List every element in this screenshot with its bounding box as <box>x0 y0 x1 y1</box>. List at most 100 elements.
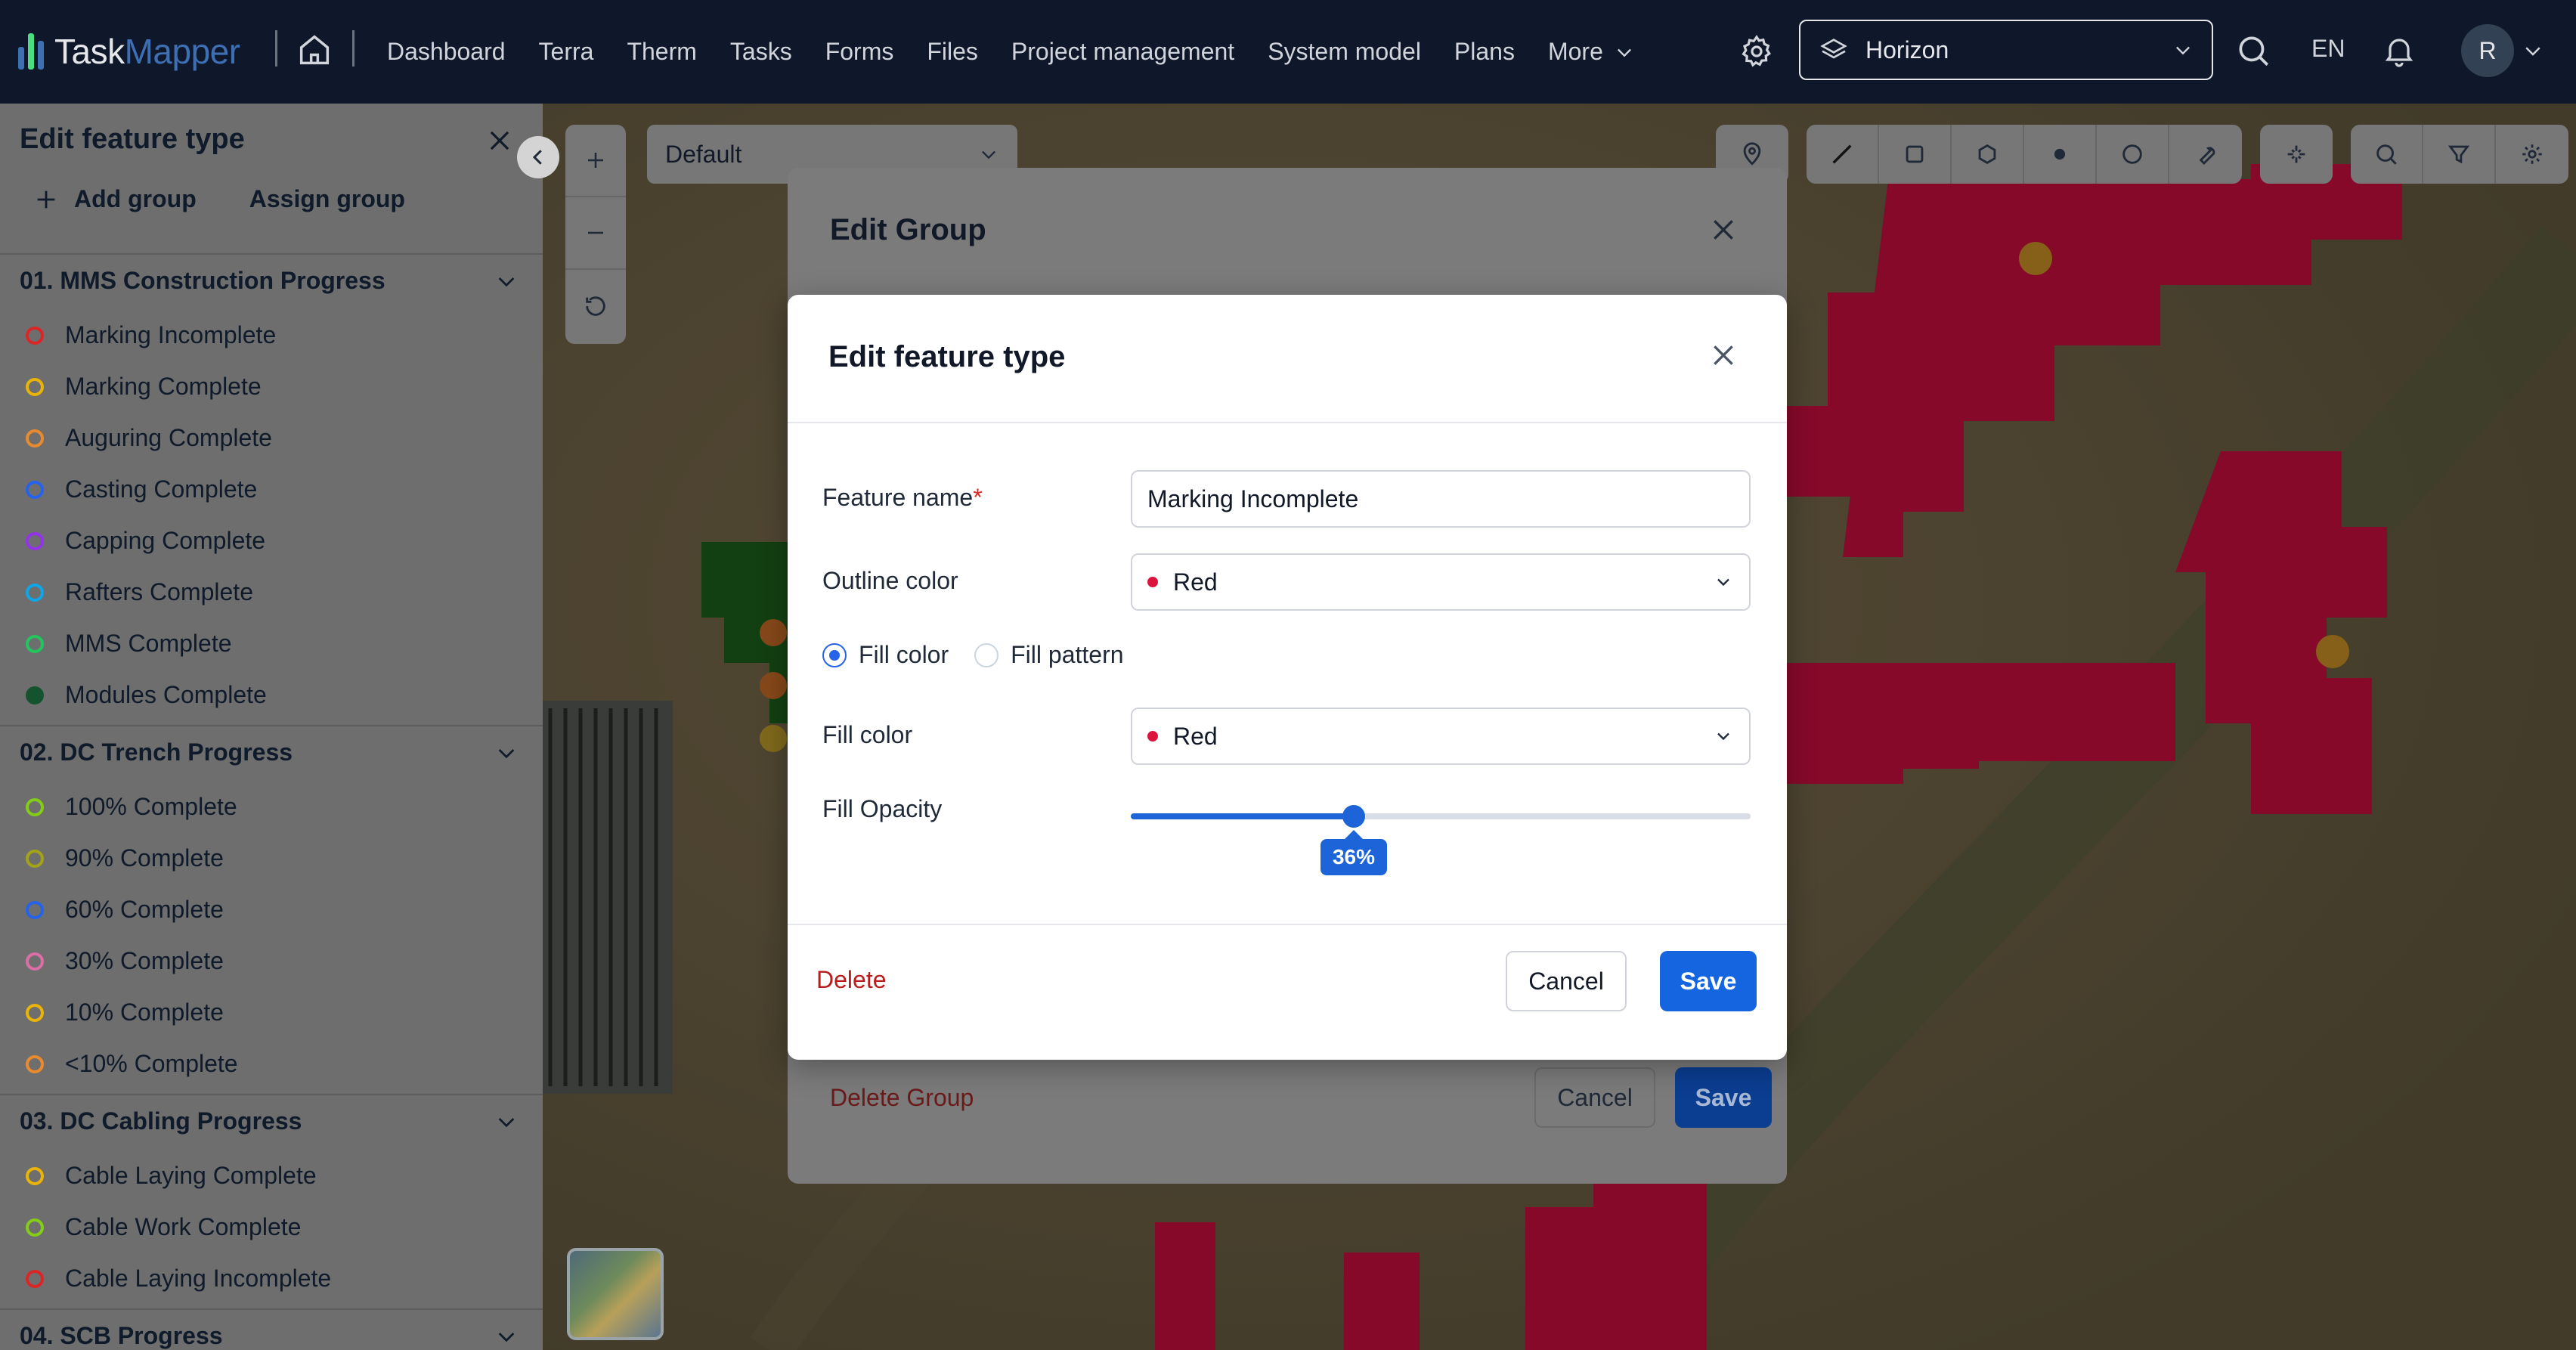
assign-group-button[interactable]: Assign group <box>249 185 405 213</box>
nav-item-therm[interactable]: Therm <box>627 38 696 66</box>
snap-icon[interactable] <box>2260 125 2333 184</box>
draw-circle-icon[interactable] <box>2097 125 2169 184</box>
settings-gear-icon[interactable] <box>1738 33 1775 70</box>
nav-more-menu[interactable]: More <box>1548 38 1635 66</box>
group-header-dc-trench[interactable]: 02. DC Trench Progress <box>20 738 519 766</box>
feature-item[interactable]: Capping Complete <box>26 527 265 555</box>
group-header-scb[interactable]: 04. SCB Progress <box>20 1322 519 1350</box>
feature-item[interactable]: Marking Incomplete <box>26 321 276 349</box>
color-swatch-icon <box>1147 577 1158 587</box>
group-title: 04. SCB Progress <box>20 1322 223 1349</box>
nav-item-forms[interactable]: Forms <box>825 38 894 66</box>
fill-opacity-slider[interactable]: 36% <box>1131 804 1751 875</box>
feature-label: MMS Complete <box>65 630 232 657</box>
minimap-basemap-toggle[interactable] <box>567 1248 664 1340</box>
feature-label: Cable Laying Incomplete <box>65 1265 332 1292</box>
divider <box>352 30 355 67</box>
app-logo[interactable]: TaskMapper <box>18 29 240 74</box>
close-icon[interactable] <box>485 126 514 155</box>
close-icon[interactable] <box>1708 215 1738 245</box>
feature-name-input[interactable]: Marking Incomplete <box>1131 470 1751 528</box>
color-dot-icon <box>26 1003 44 1022</box>
chevron-left-icon <box>532 150 542 165</box>
nav-item-files[interactable]: Files <box>927 38 978 66</box>
group-header-mms-construction[interactable]: 01. MMS Construction Progress <box>20 267 519 295</box>
draw-polygon-icon[interactable] <box>1952 125 2024 184</box>
nav-item-project-management[interactable]: Project management <box>1011 38 1234 66</box>
nav-item-system-model[interactable]: System model <box>1268 38 1421 66</box>
feature-item[interactable]: Casting Complete <box>26 475 257 503</box>
wrench-icon[interactable] <box>2169 125 2242 184</box>
project-select[interactable]: Horizon <box>1799 20 2213 80</box>
feature-item[interactable]: 100% Complete <box>26 793 237 821</box>
feature-item[interactable]: Rafters Complete <box>26 578 253 606</box>
cancel-button[interactable]: Cancel <box>1506 951 1627 1011</box>
zoom-in-button[interactable] <box>565 125 626 197</box>
feature-label: Capping Complete <box>65 527 266 554</box>
group-header-dc-cabling[interactable]: 03. DC Cabling Progress <box>20 1107 519 1135</box>
save-button[interactable]: Save <box>1660 951 1757 1011</box>
feature-item[interactable]: Cable Laying Incomplete <box>26 1265 331 1293</box>
nav-item-tasks[interactable]: Tasks <box>730 38 792 66</box>
delete-button[interactable]: Delete <box>816 966 887 994</box>
slider-thumb[interactable] <box>1342 805 1365 828</box>
feature-label: <10% Complete <box>65 1050 238 1077</box>
draw-line-icon[interactable] <box>1807 125 1879 184</box>
zoom-out-button[interactable] <box>565 197 626 270</box>
chevron-down-icon <box>982 150 995 159</box>
divider <box>788 924 1787 925</box>
feature-label: Cable Work Complete <box>65 1213 302 1240</box>
fill-color-radio[interactable]: Fill color <box>822 641 949 669</box>
language-selector[interactable]: EN <box>2311 35 2345 63</box>
feature-item[interactable]: Marking Complete <box>26 373 262 401</box>
edit-group-footer: Delete Group Cancel Save <box>830 1067 1775 1135</box>
feature-label: Auguring Complete <box>65 424 272 451</box>
color-dot-icon <box>26 797 44 816</box>
feature-name-label-text: Feature name <box>822 484 974 511</box>
delete-group-button[interactable]: Delete Group <box>830 1084 974 1112</box>
chevron-down-icon[interactable] <box>2520 39 2546 62</box>
user-avatar[interactable]: R <box>2461 24 2514 77</box>
feature-item[interactable]: Cable Laying Complete <box>26 1162 317 1190</box>
map-style-value: Default <box>665 140 742 168</box>
group-title: 02. DC Trench Progress <box>20 738 293 766</box>
collapse-panel-button[interactable] <box>517 136 559 178</box>
map-search-icon[interactable] <box>2351 125 2423 184</box>
reset-rotation-button[interactable] <box>565 270 626 342</box>
required-asterisk: * <box>973 484 983 511</box>
outline-color-value: Red <box>1173 568 1218 596</box>
nav-item-plans[interactable]: Plans <box>1454 38 1515 66</box>
feature-item[interactable]: <10% Complete <box>26 1050 238 1078</box>
divider <box>0 725 543 726</box>
fill-pattern-radio[interactable]: Fill pattern <box>974 641 1124 669</box>
feature-item[interactable]: 30% Complete <box>26 947 224 975</box>
close-icon[interactable] <box>1708 340 1738 370</box>
outline-color-select[interactable]: Red <box>1131 553 1751 611</box>
edit-group-save-button[interactable]: Save <box>1675 1067 1772 1128</box>
group-title: 01. MMS Construction Progress <box>20 267 385 294</box>
feature-item[interactable]: 90% Complete <box>26 844 224 872</box>
nav-item-dashboard[interactable]: Dashboard <box>387 38 506 66</box>
search-icon[interactable] <box>2234 32 2272 70</box>
feature-label: 90% Complete <box>65 844 224 872</box>
home-icon[interactable] <box>295 30 334 70</box>
add-group-button[interactable]: Add group <box>33 185 197 213</box>
feature-item[interactable]: Cable Work Complete <box>26 1213 301 1241</box>
draw-rectangle-icon[interactable] <box>1879 125 1952 184</box>
feature-item[interactable]: MMS Complete <box>26 630 232 658</box>
feature-item[interactable]: 10% Complete <box>26 999 224 1026</box>
nav-item-terra[interactable]: Terra <box>539 38 594 66</box>
fill-color-select[interactable]: Red <box>1131 708 1751 765</box>
main-nav: Dashboard Terra Therm Tasks Forms Files … <box>387 0 1668 104</box>
feature-label: 100% Complete <box>65 793 237 820</box>
draw-point-icon[interactable] <box>2024 125 2097 184</box>
feature-item[interactable]: Auguring Complete <box>26 424 272 452</box>
zoom-controls <box>565 125 626 344</box>
feature-item[interactable]: Modules Complete <box>26 681 267 709</box>
feature-item[interactable]: 60% Complete <box>26 896 224 924</box>
map-settings-gear-icon[interactable] <box>2496 125 2568 184</box>
notifications-bell-icon[interactable] <box>2381 32 2417 70</box>
feature-label: Modules Complete <box>65 681 267 708</box>
filter-icon[interactable] <box>2423 125 2496 184</box>
edit-group-cancel-button[interactable]: Cancel <box>1534 1067 1655 1128</box>
